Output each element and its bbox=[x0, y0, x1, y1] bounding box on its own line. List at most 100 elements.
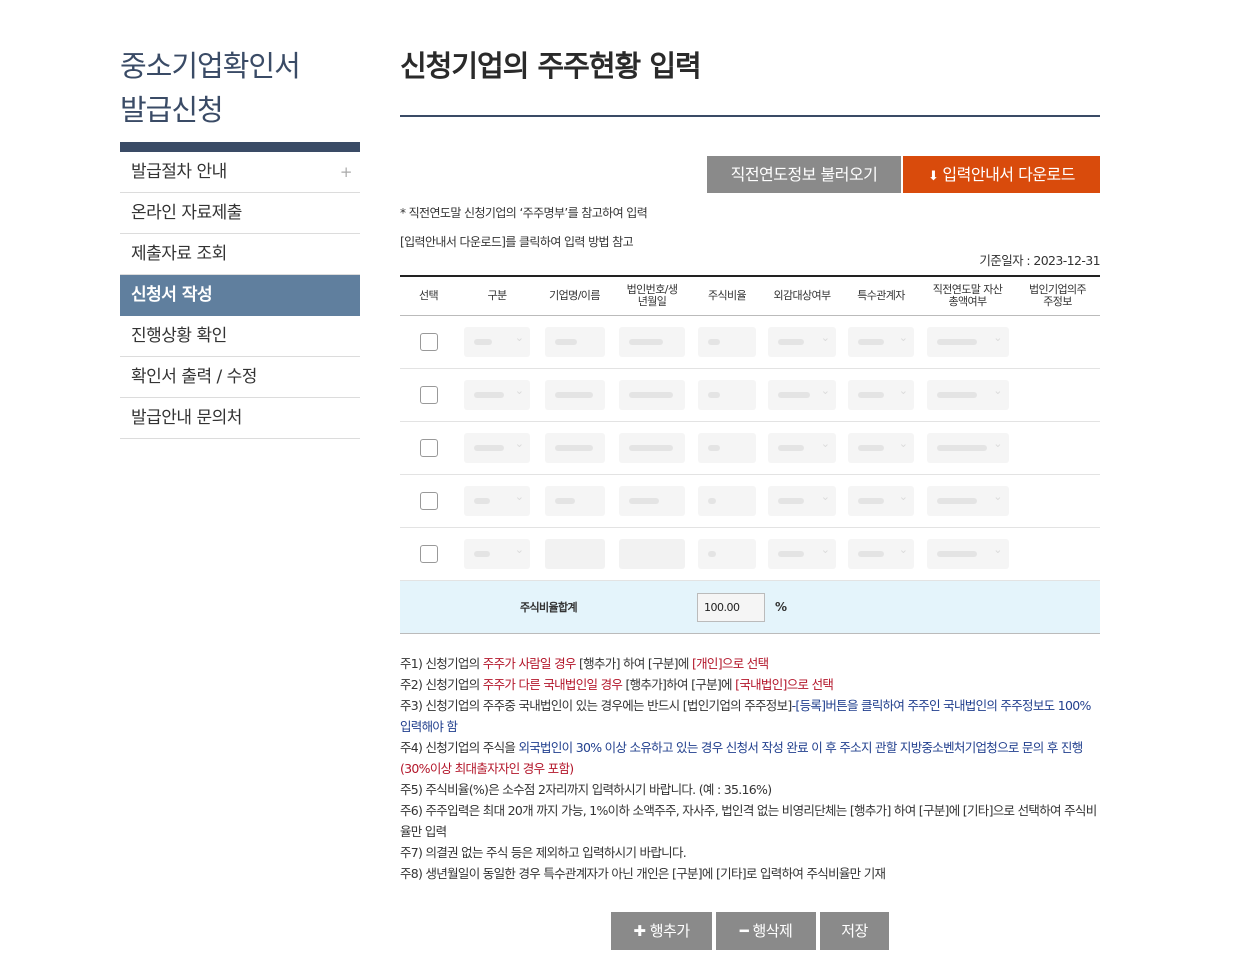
row-checkbox[interactable] bbox=[419, 386, 438, 404]
type-select[interactable] bbox=[464, 327, 530, 357]
audit-target-cell bbox=[762, 316, 842, 368]
type-cell bbox=[457, 528, 537, 580]
row-checkbox[interactable] bbox=[419, 439, 438, 457]
guide-note-2: [입력안내서 다운로드]를 클릭하여 입력 방법 참고 bbox=[400, 235, 634, 249]
related-party-select[interactable] bbox=[848, 539, 914, 569]
share-ratio-input[interactable] bbox=[698, 380, 756, 410]
load-previous-year-button[interactable]: 직전연도정보 불러오기 bbox=[707, 156, 901, 193]
total-assets-select[interactable] bbox=[926, 539, 1009, 569]
name-input[interactable] bbox=[544, 327, 605, 357]
name-input[interactable] bbox=[544, 539, 605, 569]
audit-target-select[interactable] bbox=[768, 327, 836, 357]
reg-number-cell bbox=[612, 422, 692, 474]
save-button[interactable]: 저장 bbox=[820, 912, 889, 950]
total-assets-select[interactable] bbox=[926, 327, 1009, 357]
percent-unit: % bbox=[775, 600, 788, 614]
column-header-share-ratio: 주식비율 bbox=[707, 289, 747, 302]
reg-number-cell bbox=[612, 528, 692, 580]
select-cell bbox=[400, 369, 457, 421]
title-divider bbox=[400, 115, 1100, 117]
total-assets-cell bbox=[920, 422, 1015, 474]
reg-number-cell bbox=[612, 369, 692, 421]
sidebar: 중소기업확인서 발급신청 발급절차 안내 + 온라인 자료제출 제출자료 조회 … bbox=[120, 44, 360, 439]
select-cell bbox=[400, 422, 457, 474]
sidebar-item-progress-check[interactable]: 진행상황 확인 bbox=[120, 316, 360, 357]
total-assets-select[interactable] bbox=[926, 433, 1009, 463]
sidebar-item-certificate-print[interactable]: 확인서 출력 / 수정 bbox=[120, 357, 360, 398]
table-row bbox=[400, 316, 1100, 369]
type-select[interactable] bbox=[464, 433, 530, 463]
sidebar-item-label: 확인서 출력 / 수정 bbox=[131, 367, 257, 387]
delete-row-button[interactable]: ━ 행삭제 bbox=[716, 912, 816, 950]
row-checkbox[interactable] bbox=[419, 545, 438, 563]
type-select[interactable] bbox=[464, 380, 530, 410]
audit-target-select[interactable] bbox=[768, 486, 836, 516]
reg-number-input[interactable] bbox=[619, 539, 685, 569]
related-party-cell bbox=[842, 528, 920, 580]
download-guide-button[interactable]: ⬇ 입력안내서 다운로드 bbox=[903, 156, 1100, 193]
related-party-cell bbox=[842, 475, 920, 527]
footnotes: 주1) 신청기업의 주주가 사람일 경우 [행추가] 하여 [구분]에 [개인]… bbox=[400, 653, 1100, 884]
share-ratio-input[interactable] bbox=[698, 433, 756, 463]
total-assets-select[interactable] bbox=[926, 380, 1009, 410]
sidebar-item-submission-lookup[interactable]: 제출자료 조회 bbox=[120, 234, 360, 275]
audit-target-select[interactable] bbox=[768, 433, 836, 463]
share-ratio-input[interactable] bbox=[698, 486, 756, 516]
sidebar-title-line1: 중소기업확인서 bbox=[120, 49, 301, 83]
footnote-2: 주2) 신청기업의 주주가 다른 국내법인일 경우 [행추가]하여 [구분]에 … bbox=[400, 677, 834, 692]
related-party-select[interactable] bbox=[848, 380, 914, 410]
table-row bbox=[400, 369, 1100, 422]
type-select[interactable] bbox=[464, 486, 530, 516]
page-title: 신청기업의 주주현황 입력 bbox=[400, 49, 702, 83]
sidebar-item-application-form[interactable]: 신청서 작성 bbox=[120, 275, 360, 316]
corporate-info-cell bbox=[1015, 422, 1100, 474]
select-cell bbox=[400, 316, 457, 368]
share-ratio-input[interactable] bbox=[698, 327, 756, 357]
add-row-button[interactable]: ✚ 행추가 bbox=[611, 912, 712, 950]
column-header-corporate-shareholder-info: 법인기업의주주정보 bbox=[1028, 283, 1087, 308]
footnote-7: 주7) 의결권 없는 주식 등은 제외하고 입력하시기 바랍니다. bbox=[400, 845, 687, 860]
plus-icon[interactable]: + bbox=[340, 152, 353, 192]
total-assets-cell bbox=[920, 528, 1015, 580]
related-party-select[interactable] bbox=[848, 486, 914, 516]
name-input[interactable] bbox=[544, 380, 605, 410]
name-input[interactable] bbox=[544, 433, 605, 463]
shareholder-table: 선택 구분 기업명/이름 법인번호/생년월일 주식비율 외감대상여부 특수관계자… bbox=[400, 275, 1100, 634]
footnote-1: 주1) 신청기업의 주주가 사람일 경우 [행추가] 하여 [구분]에 [개인]… bbox=[400, 656, 769, 671]
table-header: 선택 구분 기업명/이름 법인번호/생년월일 주식비율 외감대상여부 특수관계자… bbox=[400, 277, 1100, 316]
reg-number-input[interactable] bbox=[619, 327, 685, 357]
type-cell bbox=[457, 369, 537, 421]
audit-target-cell bbox=[762, 369, 842, 421]
sidebar-item-issuance-guide[interactable]: 발급절차 안내 + bbox=[120, 152, 360, 193]
reg-number-input[interactable] bbox=[619, 433, 685, 463]
sidebar-title-line2: 발급신청 bbox=[120, 93, 224, 127]
audit-target-select[interactable] bbox=[768, 539, 836, 569]
name-cell bbox=[537, 475, 612, 527]
table-row bbox=[400, 475, 1100, 528]
row-checkbox[interactable] bbox=[419, 492, 438, 510]
name-input[interactable] bbox=[544, 486, 605, 516]
reg-number-input[interactable] bbox=[619, 486, 685, 516]
share-ratio-input[interactable] bbox=[698, 539, 756, 569]
related-party-select[interactable] bbox=[848, 327, 914, 357]
footnote-5: 주5) 주식비율(%)은 소수점 2자리까지 입력하시기 바랍니다. (예 : … bbox=[400, 782, 772, 797]
sidebar-item-contact[interactable]: 발급안내 문의처 bbox=[120, 398, 360, 439]
type-select[interactable] bbox=[464, 539, 530, 569]
plus-icon: ✚ bbox=[633, 922, 646, 940]
related-party-select[interactable] bbox=[848, 433, 914, 463]
corporate-info-cell bbox=[1015, 475, 1100, 527]
total-assets-cell bbox=[920, 475, 1015, 527]
download-icon: ⬇ bbox=[928, 169, 939, 184]
audit-target-select[interactable] bbox=[768, 380, 836, 410]
total-assets-select[interactable] bbox=[926, 486, 1009, 516]
share-ratio-sum-row: 주식비율합계 100.00 % bbox=[400, 581, 1100, 634]
row-checkbox[interactable] bbox=[419, 333, 438, 351]
guide-note-1: * 직전연도말 신청기업의 ‘주주명부’를 참고하여 입력 bbox=[400, 206, 648, 220]
reg-number-input[interactable] bbox=[619, 380, 685, 410]
column-header-related-party: 특수관계자 bbox=[857, 289, 905, 302]
footnote-4: 주4) 신청기업의 주식을 외국법인이 30% 이상 소유하고 있는 경우 신청… bbox=[400, 740, 1083, 776]
bottom-button-group: ✚ 행추가 ━ 행삭제 저장 bbox=[611, 912, 889, 950]
sidebar-item-online-submission[interactable]: 온라인 자료제출 bbox=[120, 193, 360, 234]
select-cell bbox=[400, 475, 457, 527]
audit-target-cell bbox=[762, 422, 842, 474]
